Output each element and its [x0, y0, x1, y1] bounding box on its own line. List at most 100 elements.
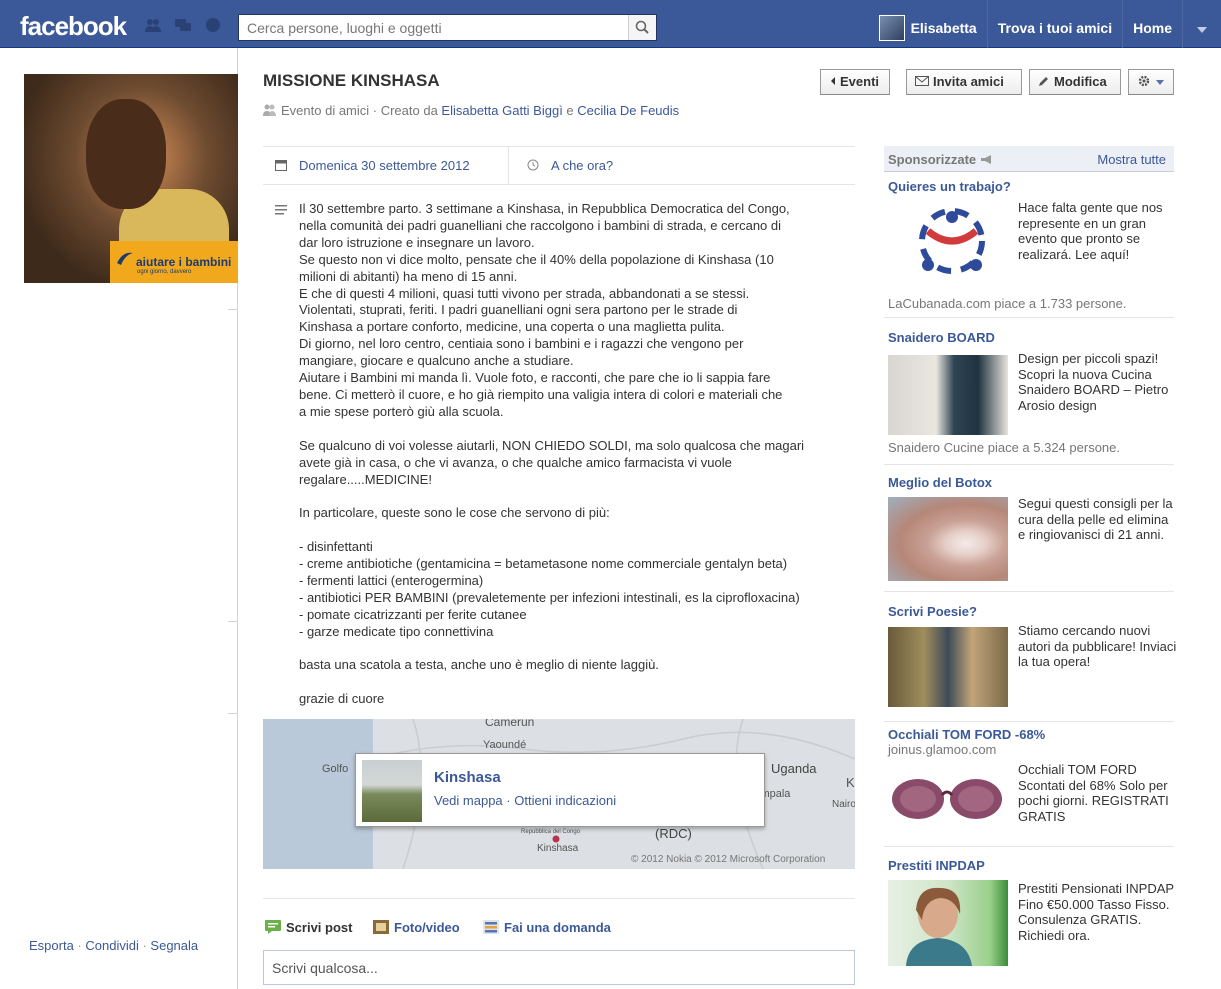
- divider: [228, 713, 238, 714]
- search-button[interactable]: [628, 15, 656, 40]
- notifications-globe-icon[interactable]: [204, 17, 222, 33]
- ad-text: Prestiti Pensionati INPDAP Fino €50.000 …: [1018, 881, 1174, 943]
- ad-likes: Snaidero Cucine piace a 5.324 persone.: [888, 440, 1120, 455]
- event-date[interactable]: Domenica 30 settembre 2012: [299, 158, 470, 173]
- map-label: Camerun: [485, 719, 535, 729]
- ad-title[interactable]: Scrivi Poesie?: [888, 604, 1170, 619]
- ad-text: Hace falta gente que nos represente en u…: [1018, 200, 1163, 262]
- divider: [884, 317, 1174, 318]
- ad-image[interactable]: [888, 201, 1008, 281]
- event-time[interactable]: A che ora?: [551, 158, 613, 173]
- share-link[interactable]: Condividi: [85, 938, 138, 953]
- top-nav: Elisabetta Trova i tuoi amici Home: [869, 0, 1221, 48]
- aiutare-i-bambini-logo: aiutare i bambini ogni giorno, davvero: [110, 241, 238, 283]
- event-map[interactable]: Camerun Yaoundé Golfo Uganda Kampala Nai…: [263, 719, 855, 869]
- edit-label: Modifica: [1054, 74, 1107, 89]
- messages-icon[interactable]: [174, 17, 192, 33]
- facebook-logo[interactable]: facebook: [20, 11, 127, 42]
- ad-item[interactable]: Meglio del Botox Segui questi consigli p…: [888, 475, 1173, 581]
- location-thumbnail[interactable]: [362, 760, 422, 822]
- envelope-icon: [915, 76, 929, 86]
- tab-ask-question[interactable]: Fai una domanda: [483, 920, 611, 935]
- ad-text: Design per piccoli spazi! Scopri la nuov…: [1018, 351, 1169, 413]
- ad-image-couple[interactable]: [888, 627, 1008, 707]
- divider: [884, 591, 1174, 592]
- separator: ·: [138, 938, 151, 953]
- left-column: aiutare i bambini ogni giorno, davvero E…: [0, 48, 238, 989]
- photo-icon: [373, 920, 389, 934]
- map-label: (RDC): [655, 826, 692, 841]
- location-title[interactable]: Kinshasa: [434, 769, 501, 786]
- divider: [228, 621, 238, 622]
- get-directions-link[interactable]: Ottieni indicazioni: [514, 793, 616, 808]
- invite-friends-button[interactable]: Invita amici: [906, 69, 1022, 95]
- find-friends-link[interactable]: Trova i tuoi amici: [988, 0, 1124, 48]
- user-avatar[interactable]: [878, 15, 905, 41]
- divider: [508, 147, 509, 184]
- report-link[interactable]: Segnala: [150, 938, 198, 953]
- profile-link[interactable]: Elisabetta: [911, 0, 988, 48]
- chevron-left-icon: [831, 77, 835, 85]
- map-label: Yaoundé: [483, 739, 527, 751]
- ad-item[interactable]: Occhiali TOM FORD -68% joinus.glamoo.com…: [888, 727, 1170, 824]
- badge-subtext: ogni giorno, davvero: [137, 269, 192, 275]
- map-label: Nairo: [832, 799, 855, 810]
- ad-item[interactable]: Quieres un trabajo? Hace falta gente que…: [888, 179, 1170, 311]
- ad-title[interactable]: Quieres un trabajo?: [888, 179, 1170, 194]
- divider: [884, 721, 1174, 722]
- bird-logo-icon: [117, 252, 133, 265]
- subtitle-prefix: Evento di amici · Creato da: [281, 103, 442, 118]
- search-input[interactable]: [239, 15, 624, 40]
- chevron-down-icon: [1156, 80, 1164, 85]
- ad-title[interactable]: Meglio del Botox: [888, 475, 1170, 490]
- account-menu-chevron-down-icon[interactable]: [1183, 0, 1221, 48]
- creator-link[interactable]: Cecilia De Feudis: [577, 103, 679, 118]
- tab-photo-video[interactable]: Foto/video: [373, 920, 460, 935]
- export-link[interactable]: Esporta: [29, 938, 74, 953]
- question-list-icon: [483, 920, 499, 934]
- map-label: Golfo: [322, 763, 349, 775]
- ad-title[interactable]: Prestiti INPDAP: [888, 858, 1170, 873]
- ad-text: Occhiali TOM FORD Scontati del 68% Solo …: [1018, 762, 1169, 824]
- ad-item[interactable]: Snaidero BOARD Design per piccoli spazi!…: [888, 330, 1170, 455]
- map-label: Repubblica del Congo: [521, 829, 581, 835]
- map-label: Uganda: [771, 761, 817, 776]
- description-lines-icon: [275, 205, 287, 215]
- ad-title[interactable]: Occhiali TOM FORD -68%: [888, 727, 1170, 742]
- clock-icon: [527, 159, 539, 171]
- ad-image-sunglasses[interactable]: [888, 765, 1008, 835]
- ad-image-kitchen[interactable]: [888, 355, 1008, 435]
- see-all-ads-link[interactable]: Mostra tutte: [1097, 152, 1166, 167]
- calendar-icon: [275, 160, 287, 171]
- event-footer-links: Esporta · Condividi · Segnala: [29, 938, 198, 953]
- photo-child: [86, 99, 166, 209]
- ad-image-woman[interactable]: [888, 880, 1008, 966]
- map-copyright: © 2012 Nokia © 2012 Microsoft Corporatio…: [631, 854, 826, 865]
- event-cover-photo[interactable]: aiutare i bambini ogni giorno, davvero: [24, 74, 238, 283]
- event-description: Il 30 settembre parto. 3 settimane a Kin…: [299, 201, 805, 707]
- pencil-icon: [1039, 77, 1048, 86]
- tab-write-post[interactable]: Scrivi post: [265, 920, 352, 935]
- creator-link[interactable]: Elisabetta Gatti Biggì: [441, 103, 562, 118]
- ad-image-fingertip[interactable]: [888, 497, 1008, 581]
- ad-item[interactable]: Scrivi Poesie? Stiamo cercando nuovi aut…: [888, 604, 1176, 707]
- separator: ·: [73, 938, 86, 953]
- separator: ·: [502, 793, 515, 808]
- ad-text: Stiamo cercando nuovi autori da pubblica…: [1018, 623, 1177, 670]
- events-button[interactable]: Eventi: [820, 69, 890, 95]
- search-box: [238, 14, 657, 41]
- ad-text: Segui questi consigli per la cura della …: [1018, 496, 1173, 543]
- post-input[interactable]: [263, 950, 855, 985]
- home-link[interactable]: Home: [1123, 0, 1183, 48]
- ad-title[interactable]: Snaidero BOARD: [888, 330, 1170, 345]
- settings-button[interactable]: [1128, 69, 1174, 95]
- events-label: Eventi: [840, 74, 880, 89]
- ad-domain: joinus.glamoo.com: [888, 742, 997, 757]
- friend-requests-icon[interactable]: [144, 17, 162, 33]
- view-map-link[interactable]: Vedi mappa: [434, 793, 503, 808]
- sponsored-header: Sponsorizzate Mostra tutte: [884, 146, 1174, 172]
- edit-button[interactable]: Modifica: [1029, 69, 1121, 95]
- megaphone-icon: [980, 155, 991, 164]
- divider: [228, 309, 238, 310]
- ad-item[interactable]: Prestiti INPDAP Prestiti Pensionati INPD…: [888, 858, 1174, 966]
